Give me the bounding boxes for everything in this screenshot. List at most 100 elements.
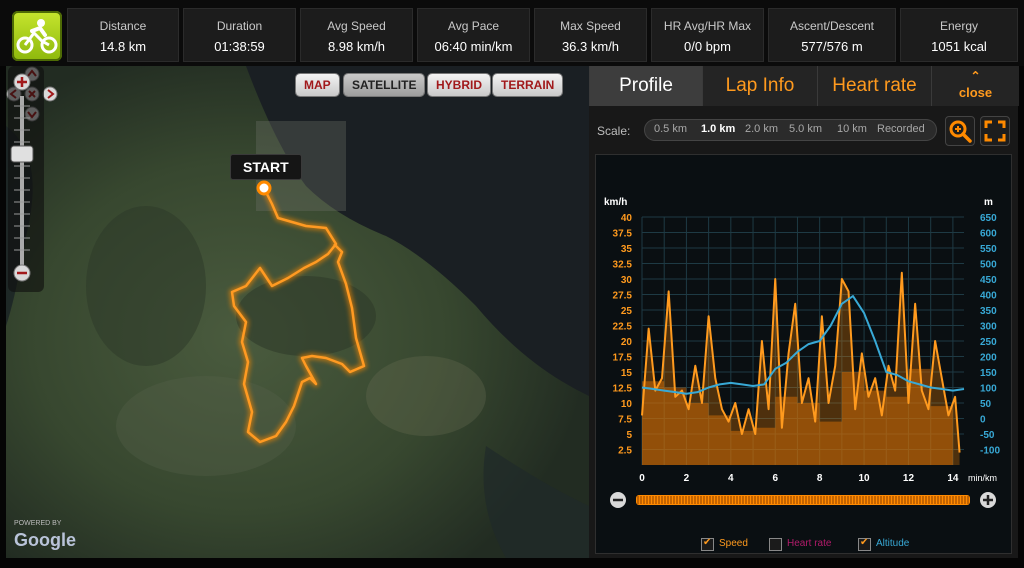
legend-altitude-label: Altitude	[876, 538, 910, 549]
left-tick-label: 20	[621, 337, 633, 348]
start-marker[interactable]	[256, 180, 272, 196]
left-tick-label: 17.5	[613, 353, 633, 364]
right-tick-label: -50	[980, 430, 995, 441]
left-tick-label: 40	[621, 213, 633, 224]
x-tick-label: 0	[639, 473, 645, 484]
stat-value: 8.98 km/h	[327, 39, 386, 54]
stat-value: 14.8 km	[99, 39, 147, 54]
right-tick-label: -100	[980, 446, 1000, 457]
legend-speed-label: Speed	[719, 538, 748, 549]
legend-altitude[interactable]: Altitude	[858, 537, 910, 551]
stat-label: Avg Pace	[447, 19, 500, 33]
altitude-checkbox[interactable]	[858, 537, 871, 551]
right-tick-label: 400	[980, 291, 997, 302]
left-tick-label: 32.5	[613, 260, 633, 271]
stat-label: Duration	[216, 19, 263, 33]
satellite-imagery	[6, 66, 589, 558]
maptype-satellite[interactable]: SATELLITE	[344, 74, 425, 96]
stat-energy: Energy 1051 kcal	[900, 8, 1018, 62]
stats-bar: Distance 14.8 km Duration 01:38:59 Avg S…	[0, 0, 1024, 66]
google-logo: Google	[14, 530, 76, 550]
profile-chart[interactable]: km/h m 2.5 5 7.5 10 12.5 15 17.5 20 22.5 25 27.5 30 32…	[595, 154, 1012, 554]
left-axis-unit: km/h	[604, 197, 627, 208]
chart-svg: km/h m2.557.51012.51517.52022.52527.53032…	[604, 197, 1000, 508]
zoom-button[interactable]	[945, 116, 975, 146]
stat-label: Max Speed	[560, 19, 621, 33]
stat-value: 1051 kcal	[931, 39, 987, 54]
stat-avg-speed: Avg Speed 8.98 km/h	[300, 8, 413, 62]
stat-value: 01:38:59	[214, 39, 265, 54]
stat-ascent-descent: Ascent/Descent 577/576 m	[768, 8, 896, 62]
legend-heart-rate[interactable]: Heart rate	[769, 538, 832, 551]
right-tick-label: 150	[980, 368, 997, 379]
x-tick-label: 10	[859, 473, 871, 484]
right-tick-label: 250	[980, 337, 997, 348]
legend-heart-rate-label: Heart rate	[787, 538, 832, 549]
stat-avg-pace: Avg Pace 06:40 min/km	[417, 8, 530, 62]
zoom-slider-handle	[10, 145, 34, 163]
x-tick-label: 14	[947, 473, 959, 484]
stat-value: 577/576 m	[801, 39, 863, 54]
speed-area	[642, 272, 960, 465]
right-tick-label: 0	[980, 415, 986, 426]
left-tick-label: 22.5	[613, 322, 633, 333]
stat-value: 36.3 km/h	[561, 39, 620, 54]
stat-label: HR Avg/HR Max	[663, 19, 752, 33]
right-axis-unit: m	[984, 197, 993, 208]
scale-option-5-0km[interactable]: 5.0 km	[789, 123, 822, 135]
stat-value: 06:40 min/km	[434, 39, 513, 54]
legend-speed[interactable]: Speed	[701, 537, 748, 551]
left-tick-label: 10	[621, 399, 633, 410]
powered-by-text: POWERED BY	[14, 520, 62, 527]
x-tick-label: 4	[728, 473, 734, 484]
scale-option-recorded[interactable]: Recorded	[877, 123, 925, 135]
cycling-icon[interactable]	[12, 11, 62, 61]
tab-profile[interactable]: Profile	[589, 66, 702, 106]
stat-label: Energy	[939, 19, 979, 33]
right-tick-label: 550	[980, 244, 997, 255]
scale-option-10km[interactable]: 10 km	[837, 123, 867, 135]
left-tick-label: 37.5	[613, 229, 633, 240]
scale-option-1-0km[interactable]: 1.0 km	[701, 123, 735, 135]
heart-rate-checkbox[interactable]	[769, 538, 782, 551]
x-tick-label: 2	[684, 473, 690, 484]
maptype-terrain[interactable]: TERRAIN	[493, 74, 563, 96]
scale-option-0-5km[interactable]: 0.5 km	[654, 123, 687, 135]
right-tick-label: 450	[980, 275, 997, 286]
map-view[interactable]: MAP SATELLITE HYBRID TERRAIN START POWER…	[6, 66, 589, 558]
left-tick-label: 30	[621, 275, 633, 286]
right-tick-label: 650	[980, 213, 997, 224]
scale-label: Scale:	[597, 124, 631, 138]
tab-heart-rate[interactable]: Heart rate	[817, 66, 931, 106]
tab-lap-info[interactable]: Lap Info	[702, 66, 817, 106]
right-tick-label: 300	[980, 322, 997, 333]
magnifier-icon	[949, 120, 972, 143]
left-tick-label: 7.5	[618, 415, 632, 426]
expand-icon	[984, 120, 1006, 142]
profile-panel: Profile Lap Info Heart rate ⌃ close Scal…	[589, 66, 1019, 558]
scale-selector[interactable]: 0.5 km 1.0 km 2.0 km 5.0 km 10 km Record…	[644, 119, 937, 141]
fullscreen-button[interactable]	[980, 116, 1010, 146]
start-label: START	[230, 154, 302, 180]
right-tick-label: 600	[980, 229, 997, 240]
x-tick-label: 8	[817, 473, 823, 484]
zoom-control[interactable]	[6, 66, 46, 292]
stat-value: 0/0 bpm	[684, 39, 731, 54]
stat-max-speed: Max Speed 36.3 km/h	[534, 8, 647, 62]
right-tick-label: 350	[980, 306, 997, 317]
left-tick-label: 15	[621, 368, 633, 379]
stat-label: Distance	[99, 19, 147, 33]
scale-option-2-0km[interactable]: 2.0 km	[745, 123, 778, 135]
left-tick-label: 5	[626, 430, 632, 441]
x-tick-label: 12	[903, 473, 915, 484]
stat-label: Ascent/Descent	[789, 19, 875, 33]
speed-checkbox[interactable]	[701, 537, 714, 551]
close-button[interactable]: ⌃ close	[931, 66, 1019, 106]
x-tick-label: 6	[772, 473, 778, 484]
maptype-hybrid[interactable]: HYBRID	[428, 74, 491, 96]
stat-heart-rate: HR Avg/HR Max 0/0 bpm	[651, 8, 764, 62]
close-label: close	[958, 85, 993, 100]
left-tick-label: 12.5	[613, 384, 633, 395]
maptype-map[interactable]: MAP	[296, 74, 339, 96]
right-tick-label: 100	[980, 384, 997, 395]
